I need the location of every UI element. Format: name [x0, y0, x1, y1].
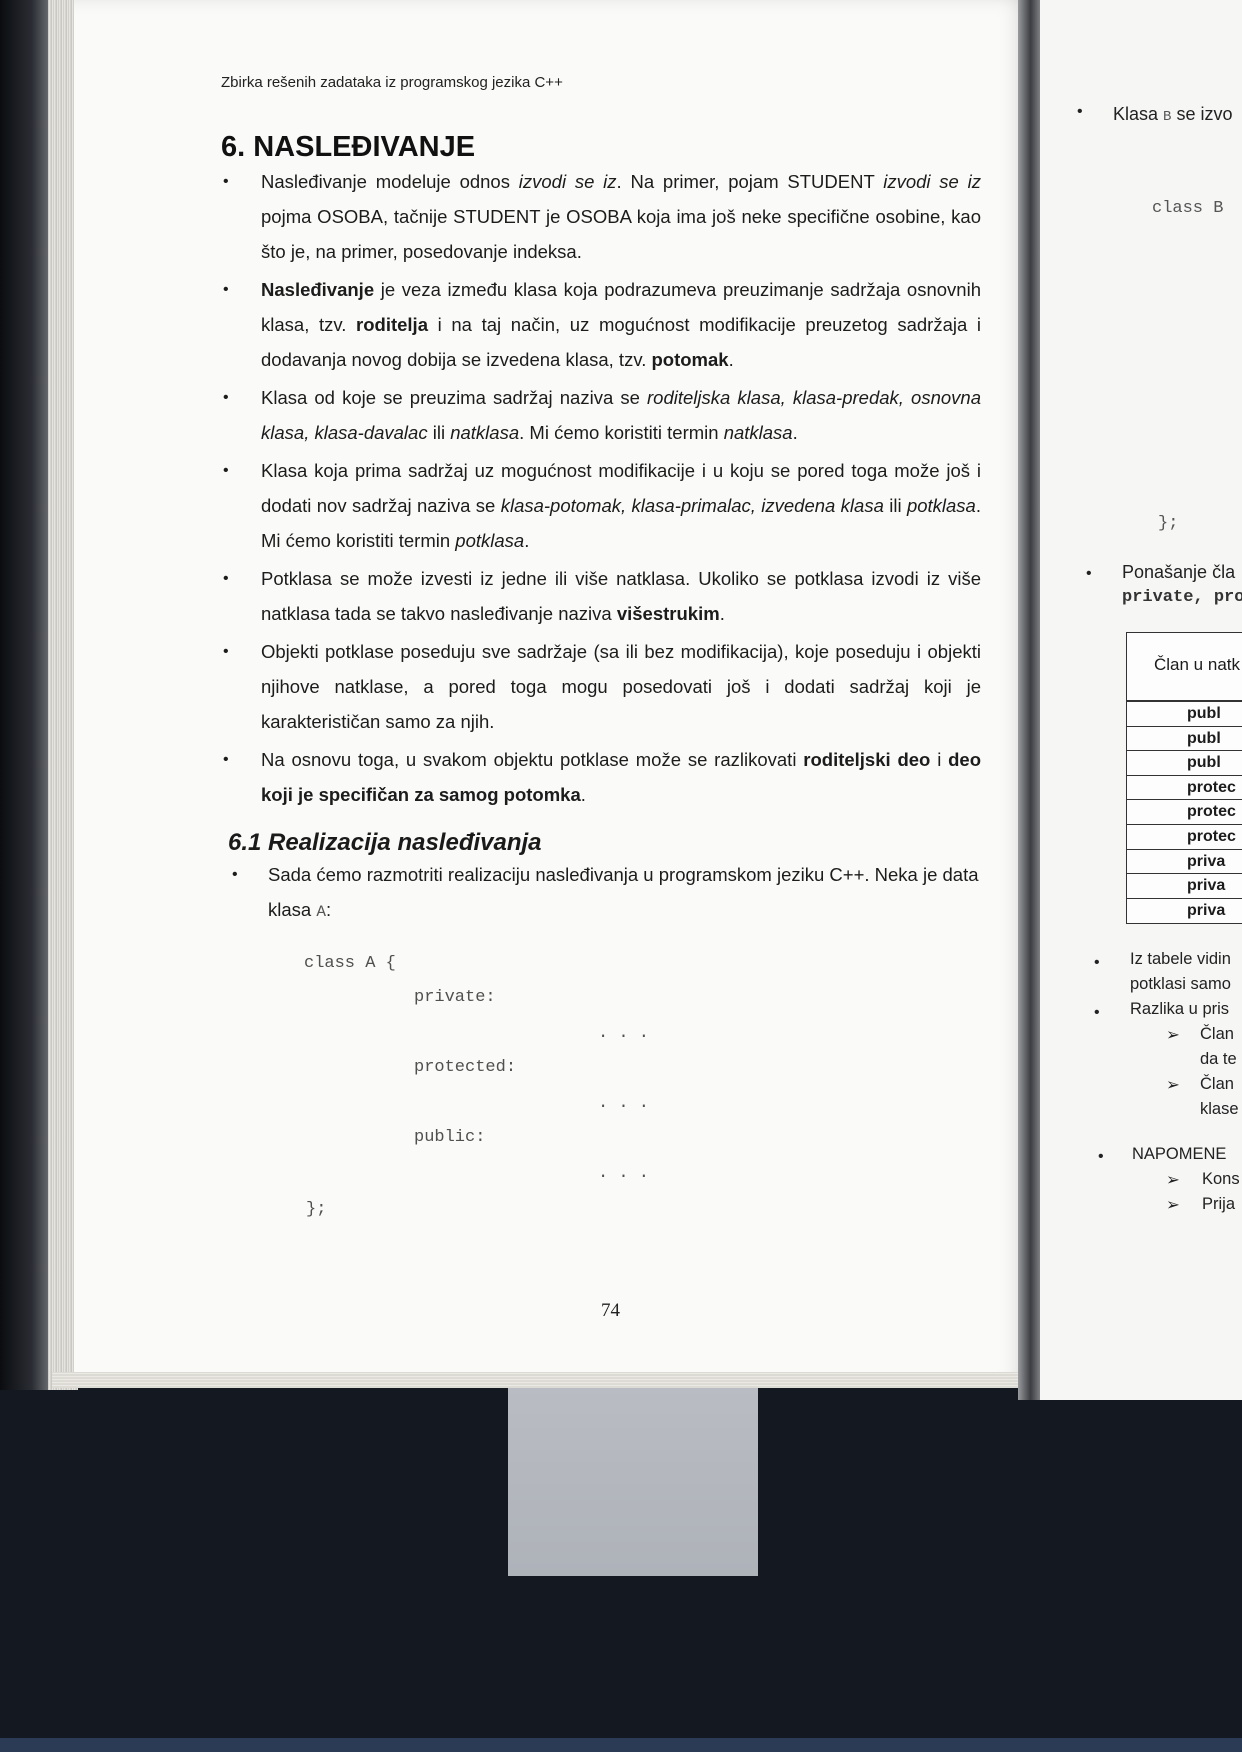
bullet-text-run: višestrukim [616, 603, 720, 624]
section-bullet: Sada ćemo razmotriti realizaciju nasleđi… [230, 857, 988, 930]
right-code-class-b: class B [1152, 199, 1224, 218]
bullet-text-run: . [524, 530, 530, 551]
arrow-icon: ➢ [1166, 1026, 1180, 1044]
bullet-text-run: . Na primer, pojam STUDENT [616, 171, 884, 192]
intro-bullet: Klasa koja prima sadržaj uz mogućnost mo… [221, 453, 981, 558]
bullet-text-run: Nasleđivanje [261, 279, 375, 300]
right-bullet-4-line1: Razlika u pris [1130, 1000, 1230, 1018]
bullet-text-run: . Mi ćemo koristiti termin [519, 422, 724, 443]
right-code-close: }; [1158, 514, 1179, 533]
bullet-text-run: . [792, 422, 798, 443]
bullet-text-run: . [728, 349, 734, 370]
intro-bullet: Potklasa se može izvesti iz jedne ili vi… [221, 561, 981, 631]
bullet-text-run: roditeljski deo [803, 749, 931, 770]
bullet-text-run: pojma OSOBA, tačnije STUDENT je OSOBA ko… [261, 206, 981, 262]
bullet-text-run: ili [427, 422, 451, 443]
right-bullet-3-line1: Iz tabele vidin [1130, 950, 1231, 968]
access-table-row: publ [1127, 725, 1242, 751]
right-bullet-3-line2: potklasi samo [1130, 975, 1231, 993]
code-public: public: [414, 1128, 486, 1147]
page-number: 74 [601, 1300, 620, 1321]
section-bullet-list: Sada ćemo razmotriti realizaciju nasleđi… [230, 857, 988, 930]
access-table-row: priva [1127, 897, 1242, 923]
code-private: private: [414, 988, 496, 1007]
access-table-header: Član u natk [1127, 633, 1242, 701]
right-sub-1-line2: da te [1200, 1050, 1237, 1068]
intro-bullet: Nasleđivanje modeluje odnos izvodi se iz… [221, 164, 981, 269]
arrow-icon: ➢ [1166, 1196, 1180, 1214]
code-dots-public: . . . [598, 1164, 650, 1183]
section-bullet-text: Sada ćemo razmotriti realizaciju nasleđi… [268, 864, 979, 920]
bullet-text-run: Nasleđivanje modeluje odnos [261, 171, 519, 192]
bullet-text-run: potklasa [455, 530, 525, 551]
bullet-text-run: . [580, 784, 586, 805]
access-table-row: publ [1127, 750, 1242, 775]
right-bullet-1: Klasa B se izvo [1113, 104, 1233, 125]
bullet-text-run: ili [883, 495, 907, 516]
access-table-row: protec [1127, 799, 1242, 824]
page-bottom-edge [52, 1372, 1032, 1388]
section-bullet-colon: : [325, 899, 332, 920]
right-bullet-5-marker: • [1098, 1148, 1104, 1165]
bullet-text-run: potklasa [906, 495, 976, 516]
code-dots-protected: . . . [598, 1094, 650, 1113]
section-title: 6.1 Realizacija nasleđivanja [228, 829, 542, 856]
bullet-text-run: i [930, 749, 949, 770]
bullet-text-run: izvodi se iz [883, 171, 981, 192]
scanner-strip [508, 1388, 758, 1576]
intro-bullet: Objekti potklase poseduju sve sadržaje (… [221, 634, 981, 739]
code-class-open: class A { [304, 954, 396, 973]
bullet-text-run: natklasa [723, 422, 793, 443]
right-bullet-2-text: Ponašanje čla [1122, 562, 1236, 582]
intro-bullet: Na osnovu toga, u svakom objektu potklas… [221, 742, 981, 812]
bullet-text-run: potomak [651, 349, 729, 370]
right-sub-2-line2: klase [1200, 1100, 1239, 1118]
class-name-code: A [316, 903, 326, 921]
code-protected: protected: [414, 1058, 517, 1077]
intro-bullet-list: Nasleđivanje modeluje odnos izvodi se iz… [221, 164, 981, 812]
bullet-text-run: natklasa [450, 422, 520, 443]
bullet-text-run: Objekti potklase poseduju sve sadržaje (… [261, 641, 981, 732]
code-class-close: }; [306, 1200, 327, 1219]
right-bullet-1-marker: • [1077, 103, 1083, 120]
bullet-text-run: Klasa od koje se preuzima sadržaj naziva… [261, 387, 648, 408]
access-table: Član u natk publ publ publ protec protec prot… [1126, 632, 1242, 924]
access-table-row: priva [1127, 848, 1242, 874]
right-sub-2-line1: Član [1200, 1075, 1234, 1093]
bullet-text-run: klasa-potomak, klasa-primalac, izvedena … [500, 495, 884, 516]
access-table-row: protec [1127, 823, 1242, 849]
bullet-text-run: izvodi se iz [518, 171, 617, 192]
arrow-icon: ➢ [1166, 1171, 1180, 1189]
access-table-row: publ [1127, 701, 1242, 726]
bullet-text-run: roditelja [356, 314, 428, 335]
right-sub-3: Kons [1202, 1170, 1240, 1188]
access-table-row: priva [1127, 873, 1242, 898]
scanner-bottom-bar [0, 1738, 1242, 1752]
chapter-title: 6. NASLEĐIVANJE [221, 131, 476, 163]
code-dots-private: . . . [598, 1024, 650, 1043]
right-sub-4: Prija [1202, 1195, 1236, 1213]
running-head: Zbirka rešenih zadataka iz programskog j… [221, 74, 563, 91]
right-bullet-3-marker: • [1094, 954, 1100, 971]
intro-bullet: Klasa od koje se preuzima sadržaj naziva… [221, 380, 981, 450]
right-sub-1-line1: Član [1200, 1025, 1234, 1043]
bullet-text-run: . [719, 603, 725, 624]
access-table-row: protec [1127, 774, 1242, 800]
right-bullet-2-code: private, pro [1122, 588, 1242, 607]
arrow-icon: ➢ [1166, 1076, 1180, 1094]
intro-bullet: Nasleđivanje je veza između klasa koja p… [221, 272, 981, 377]
bullet-text-run: Na osnovu toga, u svakom objektu potklas… [261, 749, 804, 770]
right-bullet-2-marker: • [1086, 565, 1092, 582]
right-bullet-4-marker: • [1094, 1004, 1100, 1021]
right-bullet-5-line1: NAPOMENE [1132, 1145, 1227, 1163]
